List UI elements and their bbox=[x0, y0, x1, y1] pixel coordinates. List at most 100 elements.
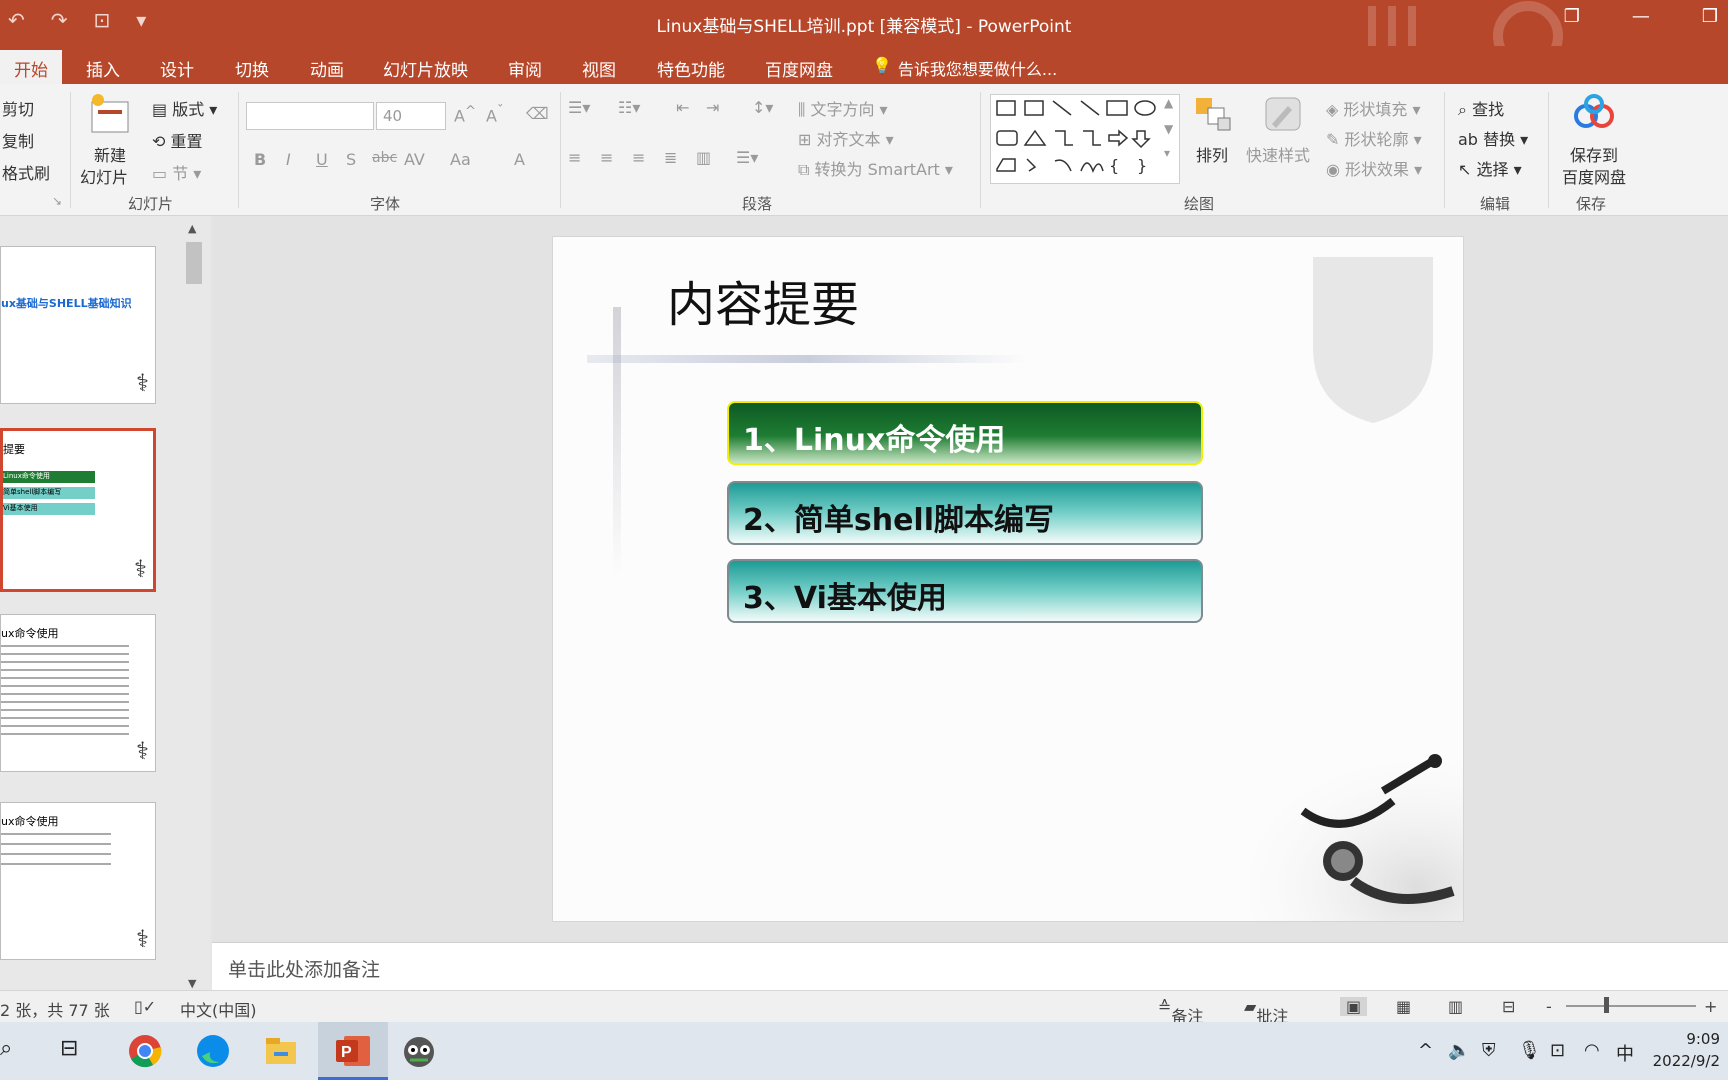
scrollbar-thumb[interactable] bbox=[186, 242, 202, 284]
select-button[interactable]: ↖ 选择 ▾ bbox=[1458, 156, 1522, 180]
scroll-up-icon[interactable]: ▲ bbox=[188, 222, 196, 235]
save-to-label[interactable]: 保存到 bbox=[1570, 142, 1618, 166]
task-view-icon[interactable]: ⊟ bbox=[60, 1036, 78, 1061]
replace-button[interactable]: ab 替换 ▾ bbox=[1458, 126, 1528, 150]
network-status-icon[interactable]: ⊡ bbox=[1550, 1040, 1565, 1061]
arrange-label[interactable]: 排列 bbox=[1196, 142, 1228, 166]
ime-indicator[interactable]: 中 bbox=[1616, 1040, 1634, 1066]
section-button[interactable]: ▭ 节 ▾ bbox=[152, 160, 201, 184]
system-clock[interactable]: 9:09 2022/9/2 bbox=[1653, 1028, 1720, 1072]
tab-design[interactable]: 设计 bbox=[160, 56, 194, 81]
italic-button[interactable]: I bbox=[286, 150, 291, 169]
minimize-button[interactable]: — bbox=[1632, 6, 1650, 27]
zoom-slider-thumb[interactable] bbox=[1604, 997, 1609, 1013]
slide-title[interactable]: 内容提要 bbox=[667, 265, 859, 335]
bold-button[interactable]: B bbox=[254, 150, 266, 169]
font-color-button[interactable]: A bbox=[514, 150, 525, 169]
search-icon[interactable]: ⌕ bbox=[0, 1036, 12, 1061]
ribbon-display-icon[interactable]: ❐ bbox=[1564, 6, 1580, 27]
zoom-out-button[interactable]: - bbox=[1546, 997, 1552, 1016]
notes-toggle[interactable]: ≙ 备注 bbox=[1158, 997, 1203, 1026]
tab-baidu-netdisk[interactable]: 百度网盘 bbox=[765, 56, 833, 81]
underline-button[interactable]: U bbox=[316, 150, 328, 169]
baidu-cloud-icon[interactable] bbox=[1572, 94, 1616, 130]
microphone-icon[interactable]: 🎙 bbox=[1518, 1040, 1541, 1061]
shadow-button[interactable]: S bbox=[346, 150, 356, 169]
change-case-button[interactable]: Aa bbox=[450, 150, 471, 169]
shape-fill-button[interactable]: ◈ 形状填充 ▾ bbox=[1326, 96, 1421, 120]
slide-thumbnail-1[interactable]: ux基础与SHELL基础知识 ⚕ bbox=[0, 246, 156, 404]
shrink-font-icon[interactable]: Aˇ bbox=[486, 104, 504, 125]
tab-insert[interactable]: 插入 bbox=[86, 56, 120, 81]
align-right-icon[interactable]: ≡ bbox=[632, 148, 645, 167]
tab-slideshow[interactable]: 幻灯片放映 bbox=[383, 56, 468, 81]
copy-button[interactable]: 复制 bbox=[2, 128, 34, 152]
format-painter-button[interactable]: 格式刷 bbox=[2, 160, 50, 184]
grow-font-icon[interactable]: A^ bbox=[454, 104, 476, 125]
agenda-item-3[interactable]: 3、Vi基本使用 bbox=[727, 559, 1203, 623]
increase-indent-icon[interactable]: ⇥ bbox=[706, 98, 719, 117]
numbering-icon[interactable]: ☷▾ bbox=[618, 98, 640, 117]
clipboard-launcher-icon[interactable]: ↘ bbox=[52, 194, 62, 208]
comments-toggle[interactable]: ▰ 批注 bbox=[1244, 997, 1288, 1026]
slideshow-view-icon[interactable]: ⊟ bbox=[1502, 997, 1515, 1016]
align-center-icon[interactable]: ≡ bbox=[600, 148, 613, 167]
columns-icon[interactable]: ▥ bbox=[696, 148, 711, 167]
tab-animations[interactable]: 动画 bbox=[310, 56, 344, 81]
normal-view-icon[interactable]: ▣ bbox=[1340, 997, 1368, 1016]
font-name-input[interactable] bbox=[246, 102, 374, 130]
shape-outline-button[interactable]: ✎ 形状轮廓 ▾ bbox=[1326, 126, 1422, 150]
line-spacing-icon[interactable]: ↕▾ bbox=[752, 98, 773, 117]
tab-special[interactable]: 特色功能 bbox=[657, 56, 725, 81]
justify-icon[interactable]: ≣ bbox=[664, 148, 677, 167]
new-slide-icon[interactable] bbox=[88, 92, 134, 138]
slide-thumbnail-2[interactable]: 提要 Linux命令使用 简单shell脚本编写 Vi基本使用 ⚕ bbox=[0, 428, 156, 592]
save-to-label-2[interactable]: 百度网盘 bbox=[1562, 164, 1626, 188]
gallery-down-icon[interactable]: ▼ bbox=[1164, 122, 1173, 136]
chrome-icon[interactable] bbox=[126, 1032, 164, 1070]
decrease-indent-icon[interactable]: ⇤ bbox=[676, 98, 689, 117]
tab-transitions[interactable]: 切换 bbox=[235, 56, 269, 81]
powerpoint-taskbar-active[interactable]: P bbox=[318, 1022, 388, 1080]
find-button[interactable]: ⌕ 查找 bbox=[1458, 96, 1504, 120]
align-left-icon[interactable]: ≡ bbox=[568, 148, 581, 167]
align-text-button[interactable]: ⊞ 对齐文本 ▾ bbox=[798, 126, 894, 150]
slide-sorter-icon[interactable]: ▦ bbox=[1396, 997, 1411, 1016]
text-direction-button[interactable]: ⫼ 文字方向 ▾ bbox=[798, 96, 888, 120]
scroll-down-icon[interactable]: ▼ bbox=[188, 977, 196, 990]
slide-thumbnail-4[interactable]: ux命令使用 ⚕ bbox=[0, 802, 156, 960]
gallery-more-icon[interactable]: ▾ bbox=[1164, 146, 1170, 160]
reset-button[interactable]: ⟲ 重置 bbox=[152, 128, 203, 152]
reading-view-icon[interactable]: ▥ bbox=[1448, 997, 1463, 1016]
agenda-item-2[interactable]: 2、简单shell脚本编写 bbox=[727, 481, 1203, 545]
cut-button[interactable]: 剪切 bbox=[2, 96, 34, 120]
file-explorer-icon[interactable] bbox=[262, 1032, 300, 1070]
tab-view[interactable]: 视图 bbox=[582, 56, 616, 81]
new-slide-label-2[interactable]: 幻灯片 bbox=[80, 164, 128, 188]
tab-review[interactable]: 审阅 bbox=[508, 56, 542, 81]
arrange-icon[interactable] bbox=[1194, 96, 1234, 132]
security-icon[interactable]: ⛨ bbox=[1482, 1040, 1496, 1061]
language-indicator[interactable]: 中文(中国) bbox=[180, 997, 257, 1021]
zoom-slider[interactable] bbox=[1566, 1005, 1696, 1007]
font-size-input[interactable]: 40 bbox=[376, 102, 446, 130]
spellcheck-icon[interactable]: ▯✓ bbox=[134, 997, 156, 1016]
volume-icon[interactable]: 🔈 bbox=[1448, 1040, 1470, 1061]
thumbnail-scrollbar[interactable]: ▲ ▼ bbox=[184, 222, 204, 990]
new-slide-label[interactable]: 新建 bbox=[94, 142, 126, 166]
shapes-gallery[interactable]: {} bbox=[990, 94, 1180, 184]
tell-me-search[interactable]: 💡 告诉我您想要做什么... bbox=[872, 56, 1057, 80]
edge-icon[interactable] bbox=[194, 1032, 232, 1070]
tab-home[interactable]: 开始 bbox=[0, 50, 62, 84]
gallery-up-icon[interactable]: ▲ bbox=[1164, 96, 1173, 110]
app-owl-icon[interactable] bbox=[400, 1032, 438, 1070]
wifi-icon[interactable]: ◠ bbox=[1584, 1040, 1600, 1061]
smartart-button[interactable]: ⧉ 转换为 SmartArt ▾ bbox=[798, 156, 953, 180]
slide-thumbnail-3[interactable]: ux命令使用 ⚕ bbox=[0, 614, 156, 772]
align-text-options-icon[interactable]: ☰▾ bbox=[736, 148, 758, 167]
agenda-item-1[interactable]: 1、Linux命令使用 bbox=[727, 401, 1203, 465]
quick-styles-icon[interactable] bbox=[1262, 94, 1304, 134]
quick-styles-label[interactable]: 快速样式 bbox=[1246, 142, 1310, 166]
tray-expand-icon[interactable]: ^ bbox=[1418, 1040, 1433, 1061]
zoom-in-button[interactable]: + bbox=[1704, 997, 1717, 1016]
